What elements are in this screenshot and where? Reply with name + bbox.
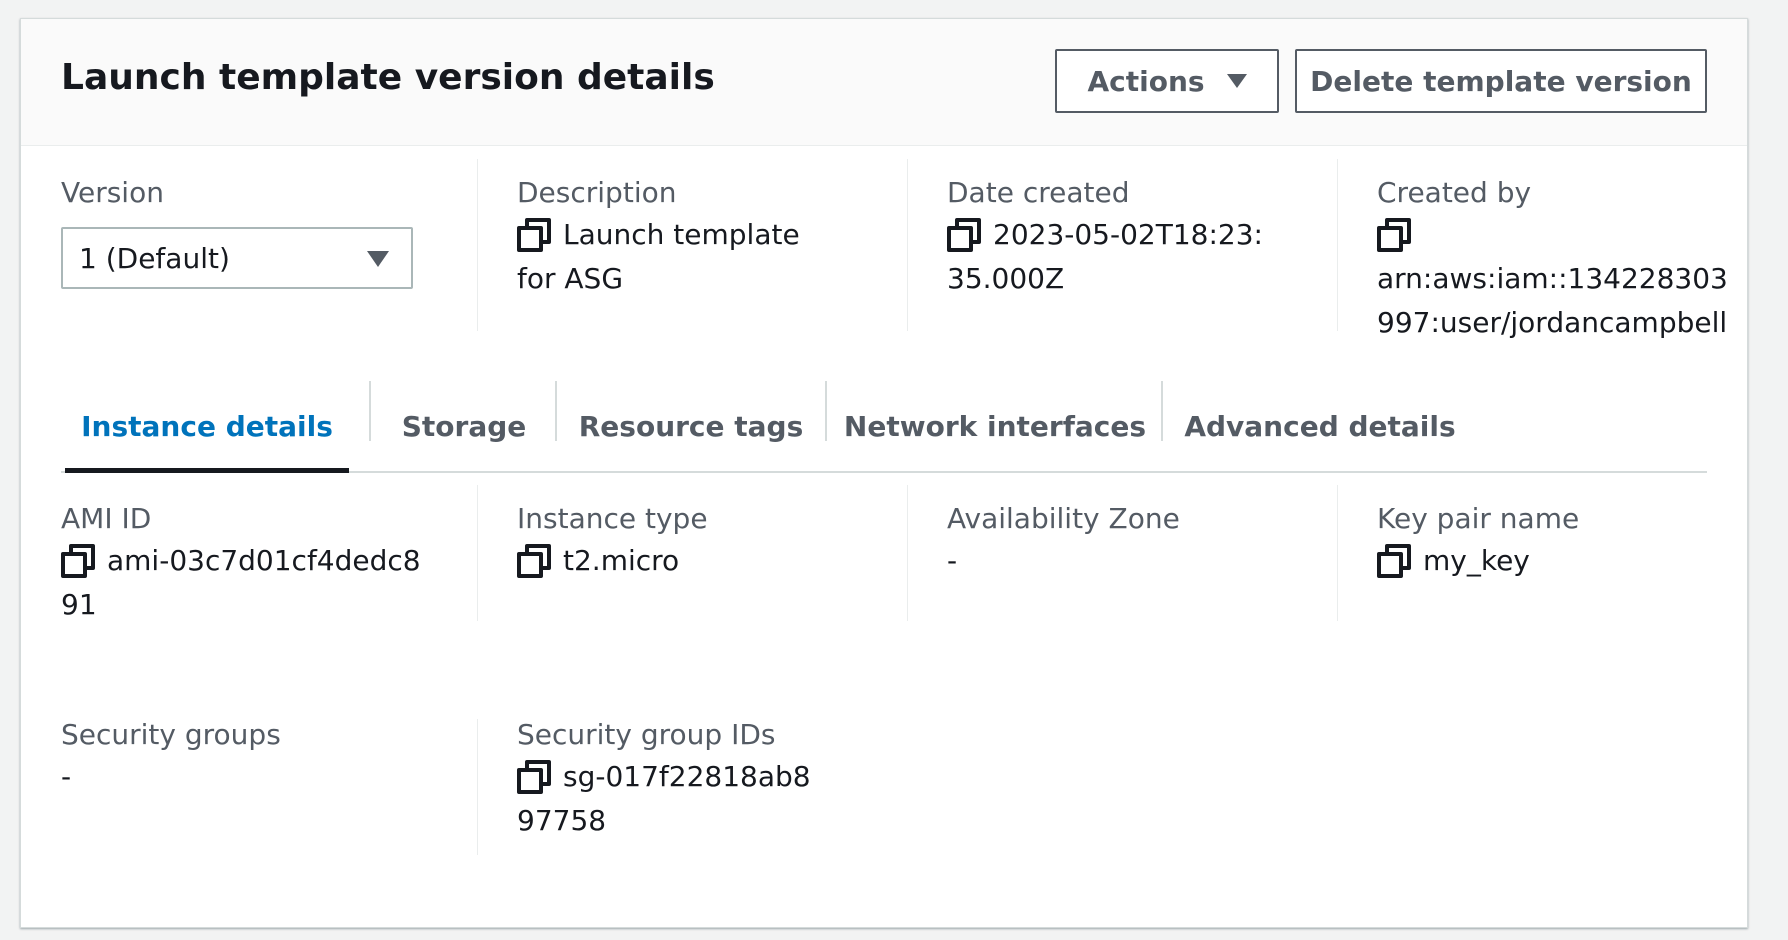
version-selected-value: 1 (Default) — [79, 241, 230, 275]
tab-instance-details[interactable]: Instance details — [65, 381, 349, 473]
key-pair-value: my_key — [1423, 544, 1530, 577]
key-pair-field: Key pair name my_key — [1377, 499, 1707, 583]
version-field: Version — [61, 173, 401, 213]
date-created-field: Date created 2023-05-02T18:23:35.000Z — [947, 173, 1277, 301]
copy-icon[interactable] — [947, 218, 981, 252]
description-value: Launch template for ASG — [517, 218, 800, 295]
caret-down-icon — [367, 251, 389, 267]
date-created-value-wrap: 2023-05-02T18:23:35.000Z — [947, 213, 1277, 301]
divider — [477, 159, 478, 331]
key-pair-label: Key pair name — [1377, 502, 1580, 535]
security-group-ids-field: Security group IDs sg-017f22818ab897758 — [517, 715, 817, 843]
ami-id-label: AMI ID — [61, 502, 152, 535]
instance-type-value: t2.micro — [563, 544, 680, 577]
tab-resource-tags[interactable]: Resource tags — [557, 381, 825, 471]
divider — [907, 485, 908, 621]
divider — [477, 485, 478, 621]
key-pair-value-wrap: my_key — [1377, 539, 1707, 583]
caret-down-icon — [1226, 74, 1247, 88]
page-title: Launch template version details — [61, 57, 715, 98]
description-field: Description Launch template for ASG — [517, 173, 847, 301]
tab-storage[interactable]: Storage — [371, 381, 557, 471]
actions-button-label: Actions — [1087, 64, 1205, 98]
availability-zone-label: Availability Zone — [947, 502, 1180, 535]
divider — [1337, 159, 1338, 331]
copy-icon[interactable] — [517, 218, 551, 252]
copy-icon[interactable] — [517, 760, 551, 794]
ami-id-field: AMI ID ami-03c7d01cf4dedc891 — [61, 499, 421, 627]
actions-button[interactable]: Actions — [1055, 49, 1279, 113]
divider — [477, 719, 478, 855]
security-groups-value: - — [61, 760, 72, 793]
date-created-value: 2023-05-02T18:23:35.000Z — [947, 218, 1263, 295]
version-label: Version — [61, 176, 164, 209]
availability-zone-field: Availability Zone - — [947, 499, 1277, 583]
date-created-label: Date created — [947, 176, 1130, 209]
description-value-wrap: Launch template for ASG — [517, 213, 847, 301]
security-groups-field: Security groups - — [61, 715, 421, 799]
divider — [907, 159, 908, 331]
created-by-value: arn:aws:iam::134228303997:user/jordancam… — [1377, 262, 1728, 339]
created-by-label: Created by — [1377, 176, 1532, 209]
tab-advanced-details[interactable]: Advanced details — [1163, 381, 1477, 471]
instance-type-value-wrap: t2.micro — [517, 539, 847, 583]
version-select[interactable]: 1 (Default) — [61, 227, 413, 289]
panel-header: Launch template version details Actions … — [21, 19, 1747, 146]
divider — [1337, 485, 1338, 621]
instance-type-field: Instance type t2.micro — [517, 499, 847, 583]
description-label: Description — [517, 176, 677, 209]
copy-icon[interactable] — [61, 544, 95, 578]
launch-template-panel: Launch template version details Actions … — [20, 18, 1748, 928]
copy-icon[interactable] — [1377, 544, 1411, 578]
security-group-ids-value: sg-017f22818ab897758 — [517, 760, 811, 837]
security-groups-label: Security groups — [61, 718, 281, 751]
created-by-value-wrap: arn:aws:iam::134228303997:user/jordancam… — [1377, 213, 1729, 345]
instance-type-label: Instance type — [517, 502, 708, 535]
tab-network-interfaces[interactable]: Network interfaces — [827, 381, 1163, 471]
detail-tabs: Instance details Storage Resource tags N… — [61, 381, 1707, 473]
availability-zone-value: - — [947, 544, 958, 577]
security-group-ids-value-wrap: sg-017f22818ab897758 — [517, 755, 817, 843]
created-by-field: Created by arn:aws:iam::134228303997:use… — [1377, 173, 1729, 345]
delete-template-version-button[interactable]: Delete template version — [1295, 49, 1707, 113]
ami-id-value-wrap: ami-03c7d01cf4dedc891 — [61, 539, 421, 627]
security-group-ids-label: Security group IDs — [517, 718, 776, 751]
copy-icon[interactable] — [517, 544, 551, 578]
copy-icon[interactable] — [1377, 218, 1411, 252]
ami-id-value: ami-03c7d01cf4dedc891 — [61, 544, 421, 621]
